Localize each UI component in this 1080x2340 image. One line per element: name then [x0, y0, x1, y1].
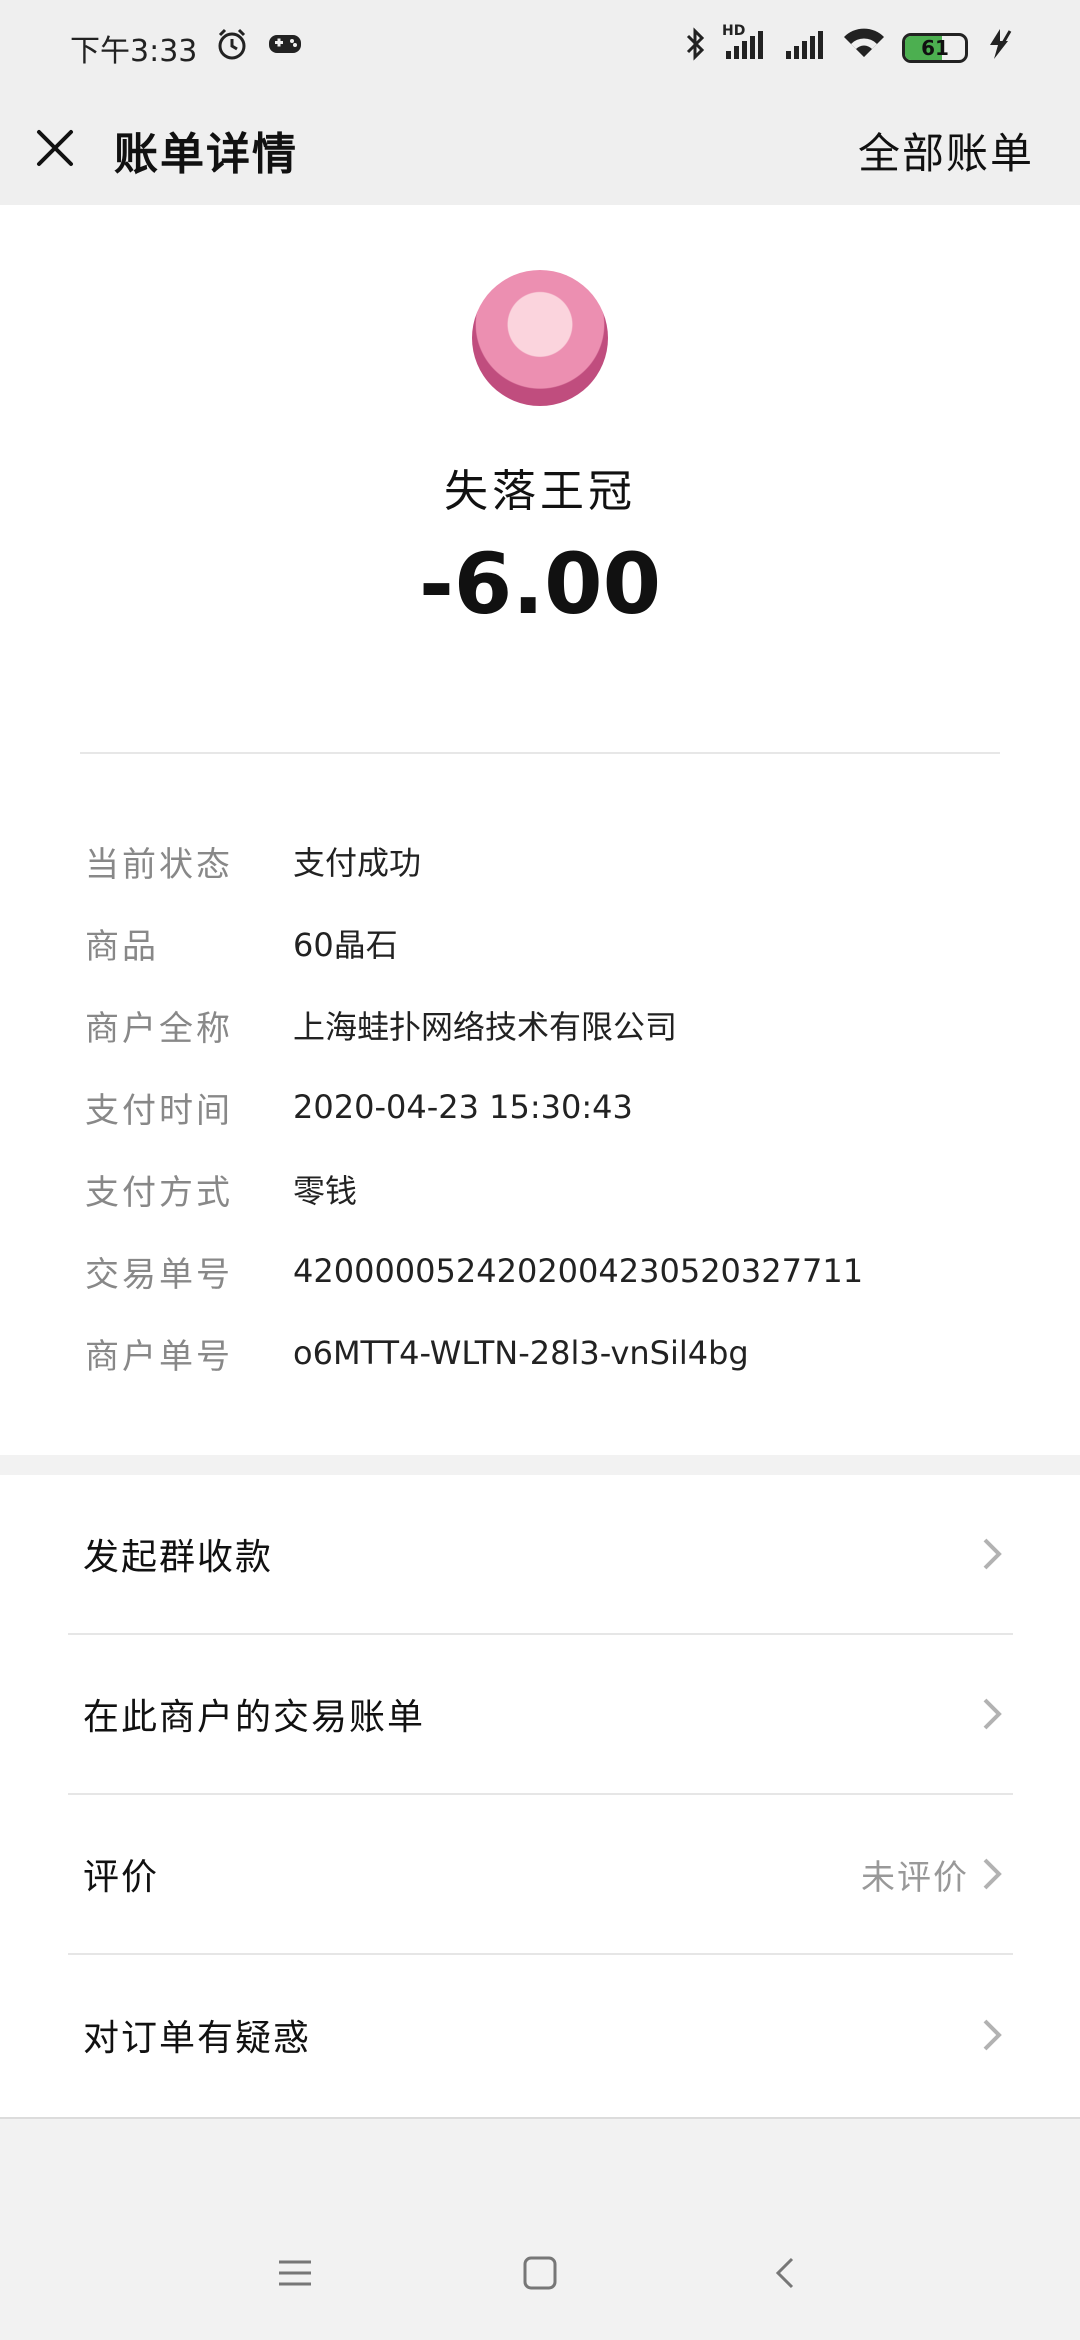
action-label: 发起群收款 — [83, 1537, 274, 1578]
chevron-right-icon — [979, 2015, 1005, 2055]
status-left: 下午3:33 — [70, 26, 303, 70]
detail-row-merchant-fullname: 商户全称 上海蛙扑网络技术有限公司 — [85, 984, 1035, 1066]
divider — [0, 2117, 1080, 2119]
detail-list: 当前状态 支付成功 商品 60晶石 商户全称 上海蛙扑网络技术有限公司 支付时间… — [85, 820, 1035, 1394]
detail-row-merchant-order-id: 商户单号 o6MTT4-WLTN-28l3-vnSil4bg — [85, 1312, 1035, 1394]
detail-label: 交易单号 — [85, 1254, 233, 1295]
page-title: 账单详情 — [114, 129, 298, 180]
detail-label: 支付时间 — [85, 1090, 233, 1131]
detail-label: 商户单号 — [85, 1336, 233, 1377]
action-right — [979, 1694, 1005, 1734]
rating-status: 未评价 — [861, 1857, 969, 1898]
action-right — [979, 1534, 1005, 1574]
detail-row-pay-method: 支付方式 零钱 — [85, 1148, 1035, 1230]
network-label: HD — [722, 22, 746, 39]
detail-label: 商品 — [85, 926, 159, 967]
merchant-name: 失落王冠 — [444, 466, 636, 517]
detail-value: 支付成功 — [293, 844, 422, 882]
detail-value: 零钱 — [293, 1172, 358, 1210]
back-button[interactable] — [760, 2250, 810, 2300]
divider — [80, 752, 1000, 754]
detail-value: 60晶石 — [293, 926, 398, 964]
status-time: 下午3:33 — [70, 33, 198, 69]
chevron-right-icon — [979, 1534, 1005, 1574]
detail-row-transaction-id: 交易单号 4200000524202004230520327711 — [85, 1230, 1035, 1312]
rating-button[interactable]: 评价 未评价 — [68, 1795, 1013, 1955]
merchant-bills-button[interactable]: 在此商户的交易账单 — [68, 1635, 1013, 1795]
action-label: 对订单有疑惑 — [83, 2018, 312, 2059]
gamepad-icon — [267, 30, 303, 66]
menu-icon — [277, 2258, 313, 2292]
status-right: HD 61 — [684, 23, 1014, 69]
action-right: 未评价 — [861, 1850, 1005, 1899]
bluetooth-icon — [684, 26, 706, 69]
battery-level: 61 — [921, 35, 949, 60]
detail-row-pay-time: 支付时间 2020-04-23 15:30:43 — [85, 1066, 1035, 1148]
battery-indicator: 61 — [902, 32, 968, 63]
detail-value: 上海蛙扑网络技术有限公司 — [293, 1008, 678, 1046]
merchant-avatar — [472, 270, 608, 406]
action-label: 在此商户的交易账单 — [83, 1697, 426, 1738]
detail-value[interactable]: 4200000524202004230520327711 — [293, 1252, 863, 1290]
detail-value[interactable]: o6MTT4-WLTN-28l3-vnSil4bg — [293, 1334, 749, 1372]
action-right — [979, 2015, 1005, 2055]
detail-label: 当前状态 — [85, 844, 233, 885]
status-bar: 下午3:33 HD 61 — [0, 0, 1080, 95]
detail-row-status: 当前状态 支付成功 — [85, 820, 1035, 902]
detail-label: 支付方式 — [85, 1172, 233, 1213]
alarm-icon — [215, 27, 249, 69]
back-icon — [774, 2255, 796, 2295]
menu-button[interactable] — [270, 2250, 320, 2300]
system-nav-bar — [0, 2210, 1080, 2340]
group-collect-button[interactable]: 发起群收款 — [68, 1475, 1013, 1635]
action-label: 评价 — [83, 1857, 160, 1898]
home-icon — [522, 2255, 558, 2295]
close-icon — [35, 128, 75, 172]
all-bills-link[interactable]: 全部账单 — [858, 120, 1034, 181]
wifi-icon — [842, 27, 886, 69]
chevron-right-icon — [979, 1694, 1005, 1734]
header-bar: 账单详情 全部账单 — [0, 95, 1080, 205]
detail-label: 商户全称 — [85, 1008, 233, 1049]
detail-row-product: 商品 60晶石 — [85, 902, 1035, 984]
signal-icon — [782, 27, 826, 69]
chevron-right-icon — [979, 1854, 1005, 1894]
signal-hd-icon: HD — [722, 23, 766, 69]
home-button[interactable] — [515, 2250, 565, 2300]
close-button[interactable] — [30, 125, 80, 175]
order-question-button[interactable]: 对订单有疑惑 — [68, 1955, 1013, 2115]
action-list: 发起群收款 在此商户的交易账单 评价 未评价 对订单有疑惑 — [0, 1475, 1080, 2117]
amount: -6.00 — [418, 535, 662, 633]
charging-icon — [984, 27, 1014, 69]
detail-value: 2020-04-23 15:30:43 — [293, 1088, 633, 1126]
bill-card: 失落王冠 -6.00 当前状态 支付成功 商品 60晶石 商户全称 上海蛙扑网络… — [0, 205, 1080, 1455]
